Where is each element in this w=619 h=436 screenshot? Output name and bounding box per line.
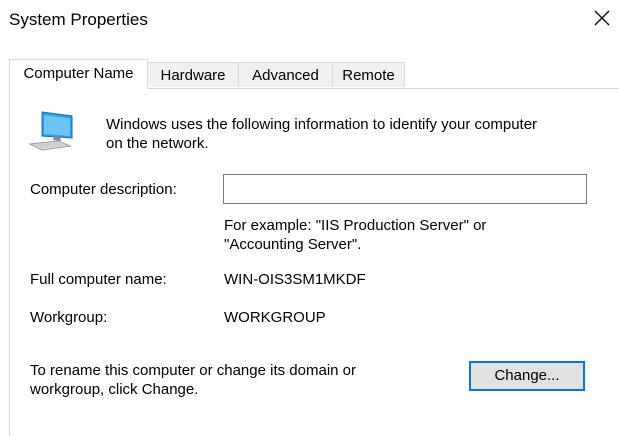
tab-strip: Computer Name Hardware Advanced Remote [9, 59, 609, 89]
tab-advanced[interactable]: Advanced [238, 62, 333, 87]
tab-computer-name[interactable]: Computer Name [9, 59, 148, 89]
full-computer-name-value: WIN-OIS3SM1MKDF [224, 271, 366, 288]
workgroup-label: Workgroup: [30, 309, 108, 326]
example-text-line1: For example: "IIS Production Server" or [224, 217, 487, 234]
workgroup-value: WORKGROUP [224, 309, 326, 326]
rename-instructions-line1: To rename this computer or change its do… [30, 362, 356, 379]
tab-remote[interactable]: Remote [332, 62, 405, 87]
computer-description-label: Computer description: [30, 181, 177, 198]
computer-icon [28, 110, 78, 154]
close-button[interactable] [591, 7, 613, 29]
close-icon [594, 10, 610, 26]
computer-description-input[interactable] [223, 174, 587, 204]
rename-instructions-line2: workgroup, click Change. [30, 381, 199, 398]
window-title: System Properties [9, 10, 148, 29]
tab-hardware[interactable]: Hardware [147, 62, 239, 87]
full-computer-name-label: Full computer name: [30, 271, 167, 288]
intro-text-line2: on the network. [106, 135, 209, 152]
example-text-line2: "Accounting Server". [224, 236, 362, 253]
intro-text-line1: Windows uses the following information t… [106, 116, 538, 133]
change-button[interactable]: Change... [469, 361, 585, 391]
system-properties-window: System Properties Computer Name Hardware… [0, 0, 619, 436]
